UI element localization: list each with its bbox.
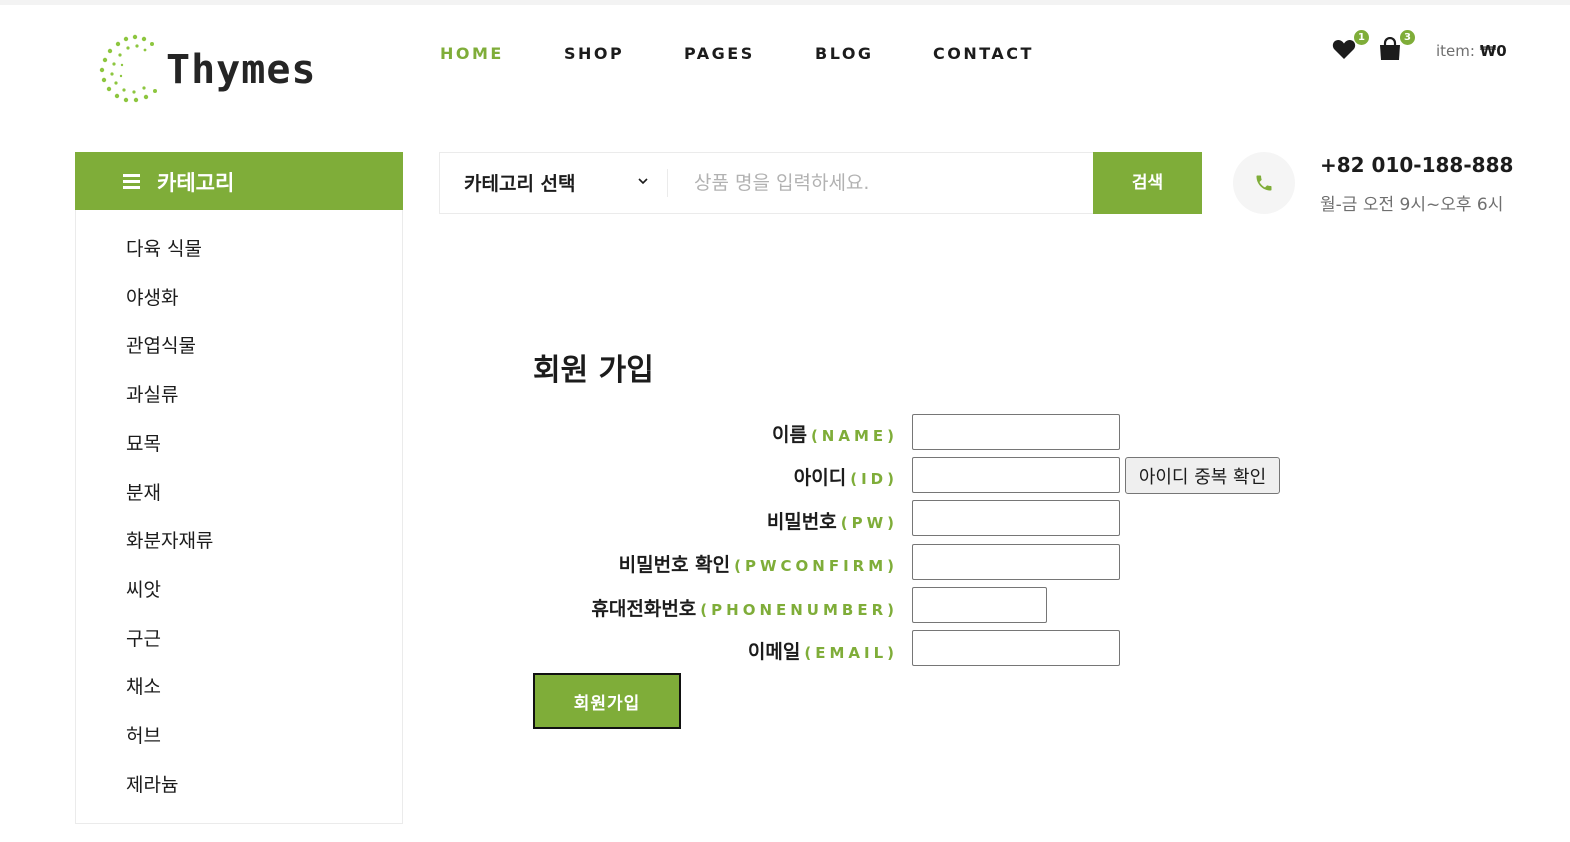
- nav-blog[interactable]: BLOG: [815, 44, 874, 63]
- category-item[interactable]: 묘목: [126, 429, 161, 456]
- cart-total: item: ₩0: [1436, 42, 1507, 60]
- search-category-select[interactable]: 카테고리 선택: [464, 169, 576, 196]
- logo-dots-icon: [99, 34, 157, 103]
- nav-home[interactable]: HOME: [440, 44, 504, 63]
- search-bar: 카테고리 선택 검색: [439, 152, 1202, 214]
- password-confirm-label: 비밀번호 확인 (PWCONFIRM): [618, 554, 898, 576]
- id-duplicate-check-button[interactable]: 아이디 중복 확인: [1125, 457, 1280, 494]
- page-title: 회원 가입: [533, 353, 654, 388]
- category-toggle[interactable]: 카테고리: [75, 152, 450, 210]
- wishlist-button[interactable]: 1: [1332, 30, 1369, 64]
- contact-phone: +82 010-188-888: [1320, 153, 1514, 177]
- name-field[interactable]: [912, 414, 1120, 450]
- phone-number-label: 휴대전화번호 (PHONENUMBER): [591, 598, 898, 620]
- search-input[interactable]: [680, 163, 1080, 203]
- id-label: 아이디 (ID): [793, 467, 898, 489]
- category-list: 다육 식물 야생화 관엽식물 과실류 묘목 분재 화분자재류 씨앗 구근 채소 …: [75, 210, 403, 824]
- heart-icon: [1332, 39, 1356, 59]
- wishlist-count-badge: 1: [1354, 30, 1369, 45]
- search-divider: [667, 169, 668, 197]
- menu-icon: [123, 174, 140, 189]
- name-label: 이름 (NAME): [771, 424, 898, 446]
- brand-logo[interactable]: Thymes: [98, 33, 338, 105]
- phone-number-field[interactable]: [912, 587, 1047, 623]
- nav-contact[interactable]: CONTACT: [933, 44, 1034, 63]
- id-field[interactable]: [912, 457, 1120, 493]
- category-item[interactable]: 제라늄: [126, 770, 178, 797]
- phone-icon: [1256, 175, 1272, 191]
- category-item[interactable]: 과실류: [126, 380, 178, 407]
- signup-submit-button[interactable]: 회원가입: [533, 673, 681, 729]
- category-item[interactable]: 구근: [126, 624, 161, 651]
- email-label: 이메일 (EMAIL): [747, 641, 898, 663]
- category-item[interactable]: 야생화: [126, 283, 178, 310]
- nav-pages[interactable]: PAGES: [684, 44, 755, 63]
- password-field[interactable]: [912, 500, 1120, 536]
- cart-button[interactable]: 3: [1378, 30, 1415, 65]
- category-item[interactable]: 씨앗: [126, 575, 161, 602]
- search-button[interactable]: 검색: [1093, 152, 1202, 214]
- chevron-down-icon: [638, 178, 648, 185]
- brand-name: Thymes: [166, 47, 317, 93]
- phone-badge: [1233, 152, 1295, 214]
- category-item[interactable]: 관엽식물: [126, 331, 196, 358]
- category-item[interactable]: 화분자재류: [126, 526, 213, 553]
- cart-total-label: item:: [1436, 42, 1475, 60]
- top-border: [0, 0, 1570, 5]
- category-title: 카테고리: [157, 171, 235, 195]
- category-item[interactable]: 분재: [126, 478, 161, 505]
- category-item[interactable]: 허브: [126, 721, 161, 748]
- password-confirm-field[interactable]: [912, 544, 1120, 580]
- password-label: 비밀번호 (PW): [766, 511, 898, 533]
- category-item[interactable]: 채소: [126, 672, 161, 699]
- email-field[interactable]: [912, 630, 1120, 666]
- cart-total-value: ₩0: [1479, 42, 1507, 60]
- cart-count-badge: 3: [1400, 30, 1415, 45]
- shopping-bag-icon: [1380, 36, 1400, 60]
- contact-hours: 월-금 오전 9시~오후 6시: [1320, 195, 1504, 215]
- category-item[interactable]: 다육 식물: [126, 234, 202, 261]
- nav-shop[interactable]: SHOP: [564, 44, 624, 63]
